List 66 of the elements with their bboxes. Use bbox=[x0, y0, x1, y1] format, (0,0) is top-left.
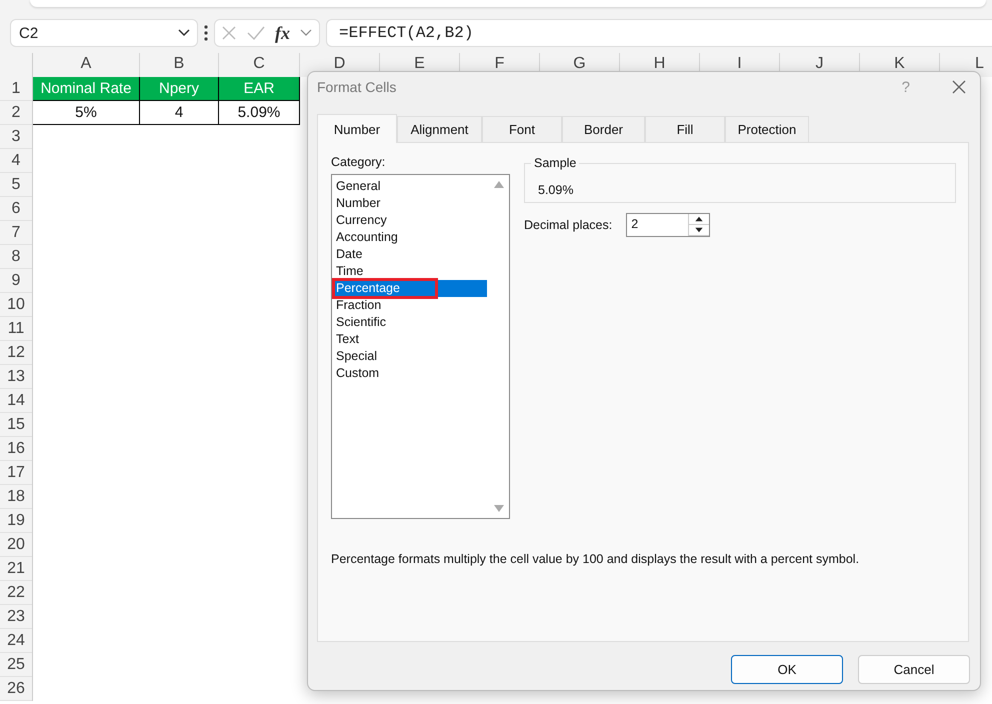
list-item[interactable]: Accounting bbox=[334, 229, 487, 246]
chevron-down-icon[interactable] bbox=[177, 28, 191, 38]
row-header[interactable]: 5 bbox=[0, 173, 32, 197]
list-item[interactable]: Date bbox=[334, 246, 487, 263]
row-header[interactable]: 9 bbox=[0, 269, 32, 293]
sample-value: 5.09% bbox=[538, 183, 574, 197]
row-header[interactable]: 16 bbox=[0, 437, 32, 461]
category-label: Category: bbox=[331, 155, 386, 169]
row-header[interactable]: 25 bbox=[0, 653, 32, 677]
name-box[interactable]: C2 bbox=[10, 19, 198, 47]
decimal-places-spinner[interactable]: 2 bbox=[626, 213, 710, 237]
row-header[interactable]: 23 bbox=[0, 605, 32, 629]
spin-up-icon[interactable] bbox=[689, 214, 710, 225]
tab[interactable]: Alignment bbox=[397, 116, 482, 142]
table-cell[interactable]: 5% bbox=[33, 101, 140, 125]
row-header[interactable]: 15 bbox=[0, 413, 32, 437]
row-header[interactable]: 3 bbox=[0, 125, 32, 149]
row-header[interactable]: 14 bbox=[0, 389, 32, 413]
dialog-title: Format Cells bbox=[317, 79, 398, 95]
row-header[interactable]: 24 bbox=[0, 629, 32, 653]
tab[interactable]: Protection bbox=[725, 116, 809, 142]
table-cell[interactable]: 5.09% bbox=[219, 101, 300, 125]
check-icon[interactable] bbox=[247, 25, 265, 41]
list-item[interactable]: Custom bbox=[334, 365, 487, 382]
tab[interactable]: Font bbox=[482, 116, 562, 142]
decimal-places-label: Decimal places: bbox=[524, 218, 612, 232]
tab[interactable]: Number bbox=[317, 114, 397, 143]
dialog-button[interactable]: OK bbox=[731, 655, 843, 684]
list-item[interactable]: Number bbox=[334, 195, 487, 212]
row-header[interactable]: 6 bbox=[0, 197, 32, 221]
category-list[interactable]: General Number Currency Accounting Date Time Percentage Fraction Scientific Text Special Custom bbox=[331, 174, 510, 519]
list-item[interactable]: Scientific bbox=[334, 314, 487, 331]
dialog-button[interactable]: Cancel bbox=[858, 655, 970, 684]
row-header[interactable]: 19 bbox=[0, 509, 32, 533]
row-header[interactable]: 21 bbox=[0, 557, 32, 581]
list-item[interactable]: Fraction bbox=[334, 297, 487, 314]
row-header[interactable]: 4 bbox=[0, 149, 32, 173]
list-item[interactable]: Currency bbox=[334, 212, 487, 229]
list-item[interactable]: Percentage bbox=[334, 280, 487, 297]
row-header[interactable]: 22 bbox=[0, 581, 32, 605]
close-icon[interactable] bbox=[952, 80, 966, 94]
row-header[interactable]: 18 bbox=[0, 485, 32, 509]
row-header[interactable]: 7 bbox=[0, 221, 32, 245]
list-item[interactable]: Special bbox=[334, 348, 487, 365]
list-item[interactable]: General bbox=[334, 178, 487, 195]
row-header[interactable]: 1 bbox=[0, 77, 32, 101]
tab[interactable]: Border bbox=[562, 116, 645, 142]
row-header[interactable]: 26 bbox=[0, 677, 32, 701]
insert-function-button[interactable]: fx bbox=[275, 22, 290, 44]
formula-field[interactable]: =EFFECT(A2,B2) bbox=[326, 19, 992, 47]
row-header[interactable]: 12 bbox=[0, 341, 32, 365]
category-description: Percentage formats multiply the cell value by 100 and displays the result with a percent symbol. bbox=[331, 552, 860, 566]
row-header[interactable]: 13 bbox=[0, 365, 32, 389]
row-header[interactable]: 20 bbox=[0, 533, 32, 557]
sample-legend: Sample bbox=[531, 156, 580, 170]
row-header[interactable]: 10 bbox=[0, 293, 32, 317]
spin-down-icon[interactable] bbox=[689, 225, 710, 236]
row-header[interactable]: 11 bbox=[0, 317, 32, 341]
row-header[interactable]: 8 bbox=[0, 245, 32, 269]
tab[interactable]: Fill bbox=[645, 116, 725, 142]
row-header[interactable]: 17 bbox=[0, 461, 32, 485]
row-header[interactable]: 2 bbox=[0, 101, 32, 125]
list-item[interactable]: Time bbox=[334, 263, 487, 280]
more-options-icon[interactable] bbox=[204, 25, 208, 41]
list-item[interactable]: Text bbox=[334, 331, 487, 348]
table-cell[interactable]: 4 bbox=[140, 101, 219, 125]
